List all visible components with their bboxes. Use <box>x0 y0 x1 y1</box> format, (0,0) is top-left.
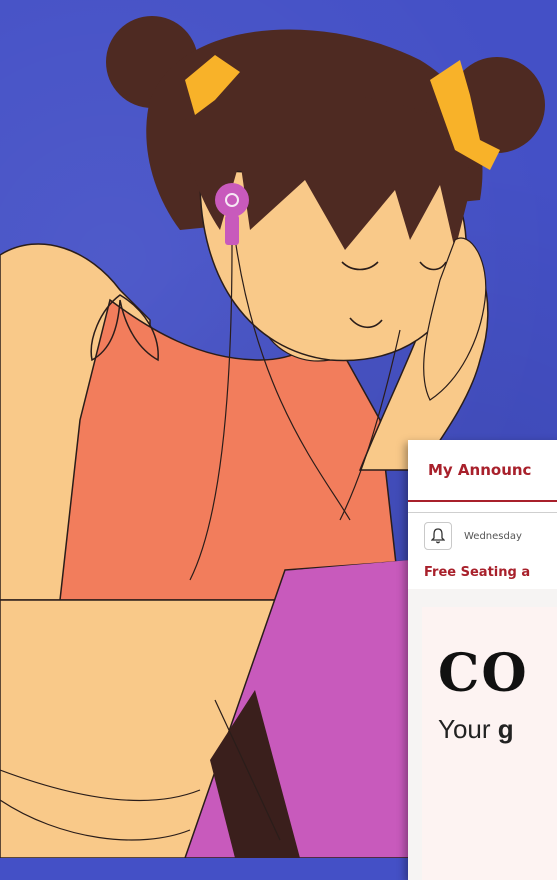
announcement-card: My Announc Wednesday Free Seating a CO Y… <box>408 440 557 880</box>
announcement-subtitle[interactable]: Free Seating a <box>408 559 557 589</box>
divider <box>408 502 557 513</box>
bell-icon[interactable] <box>424 522 452 550</box>
announcement-heading: CO <box>438 643 529 704</box>
announcement-row[interactable]: Wednesday <box>408 513 557 559</box>
announcement-text-bold: g <box>497 714 514 744</box>
card-header: My Announc <box>408 440 557 502</box>
announcement-date: Wednesday <box>464 530 522 542</box>
announcement-text: Your g <box>438 714 557 745</box>
announcement-body: CO Your g <box>422 607 557 880</box>
announcement-text-prefix: Your <box>438 714 498 744</box>
card-title: My Announc <box>428 461 532 479</box>
